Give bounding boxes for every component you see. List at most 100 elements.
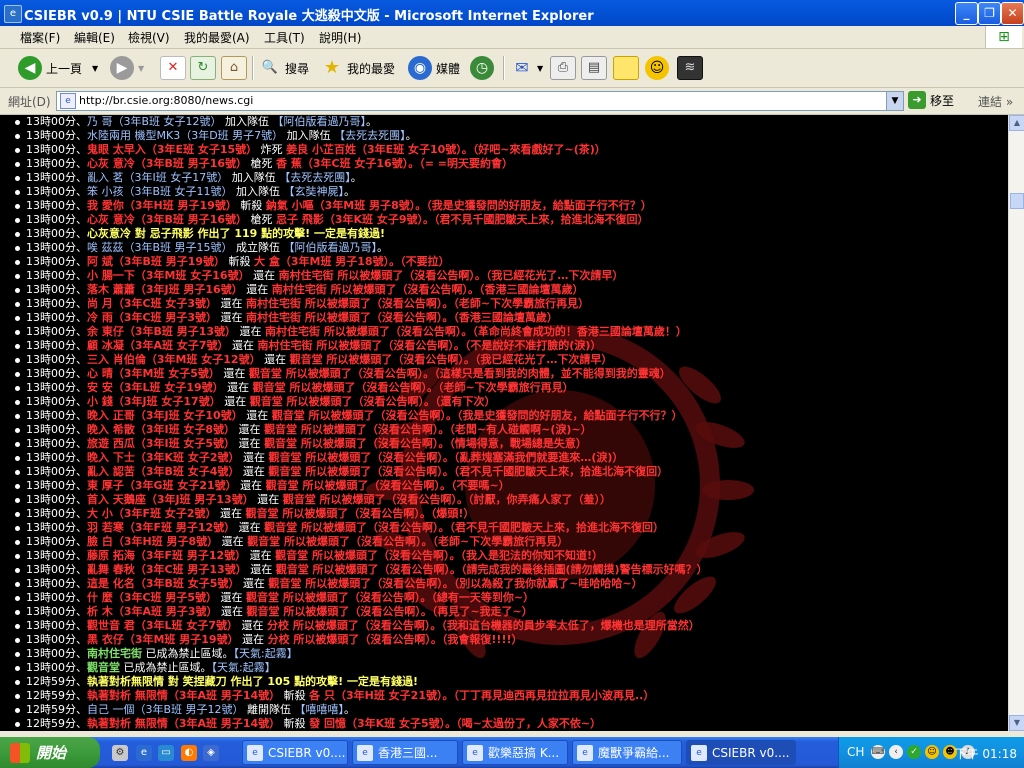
smiley-tray-icon[interactable]: ☺ — [925, 745, 939, 759]
news-segment: 13時00分、 — [26, 325, 87, 338]
news-item: 13時00分、尚 月（3年C班 女子3號） 還在 南村住宅街 所以被爆頭了（沒看… — [14, 297, 1008, 311]
links-button[interactable]: 連結 » — [978, 93, 1013, 110]
toolbar: ◀ 上一頁 ▼ ▶ ▼ ✕ ↻ ⌂ 🔍 搜尋 ★ 我的最愛 ◉ 媒體 ◷ ✉ ▼… — [0, 49, 1024, 88]
news-segment: 13時00分、 — [26, 395, 87, 408]
news-segment: 斬殺 — [280, 689, 310, 702]
news-item: 13時00分、亂舞 春秋（3年C班 男子13號） 還在 觀音堂 所以被爆頭了（沒… — [14, 563, 1008, 577]
links-label: 連結 — [978, 95, 1003, 109]
taskbar-item[interactable]: e 歡樂惡搞 K... — [462, 740, 568, 765]
history-button[interactable]: ◷ — [470, 54, 498, 82]
news-item: 13時00分、觀音堂 已成為禁止區域。【天氣:起霧】 — [14, 661, 1008, 675]
search-label: 搜尋 — [285, 61, 310, 76]
home-button[interactable]: ⌂ — [221, 54, 250, 82]
news-segment: 13時00分、 — [26, 297, 87, 310]
back-button[interactable]: ◀ 上一頁 ▼ — [18, 54, 98, 82]
menu-edit[interactable]: 編輯(E) — [74, 29, 115, 46]
start-button[interactable]: 開始 — [0, 737, 100, 768]
news-segment: 南村住宅街 — [246, 311, 302, 324]
taskbar-item[interactable]: e 魔獸爭霸給... — [572, 740, 682, 765]
scroll-up-icon[interactable]: ▲ — [1009, 115, 1024, 131]
news-segment: 還在 — [246, 549, 276, 562]
news-segment: 觀音堂 — [268, 465, 302, 478]
winamp-icon: ≋ — [677, 56, 703, 80]
tray-app-icon[interactable]: ✓ — [907, 745, 921, 759]
window-titlebar[interactable]: e CSIEBR v0.9 | NTU CSIE Battle Royale 大… — [0, 0, 1024, 26]
edit-button[interactable]: ▤ — [581, 54, 610, 82]
address-dropdown-icon[interactable]: ▼ — [886, 92, 903, 110]
taskbar-item-active[interactable]: e CSIEBR v0.... — [686, 740, 796, 765]
news-segment: 槍死 — [247, 213, 277, 226]
news-segment: 還在 — [217, 297, 247, 310]
address-url[interactable]: http://br.csie.org:8080/news.cgi — [79, 94, 253, 107]
menu-favorites[interactable]: 我的最愛(A) — [184, 29, 250, 46]
refresh-button[interactable]: ↻ — [190, 54, 219, 82]
quicklaunch-settings-icon[interactable]: ⚙ — [112, 745, 128, 761]
go-button[interactable]: ➜ 移至 — [908, 91, 954, 109]
favorites-button[interactable]: ★ 我的最愛 — [320, 54, 395, 82]
news-segment: 還在 — [260, 353, 290, 366]
menu-view[interactable]: 檢視(V) — [128, 29, 170, 46]
keyboard-icon[interactable]: ⌨ — [871, 745, 885, 759]
taskbar-item[interactable]: e CSIEBR v0.... — [242, 740, 348, 765]
tray-arrow-icon[interactable]: ‹ — [889, 745, 903, 759]
quicklaunch-desktop-icon[interactable]: ▭ — [158, 745, 174, 761]
news-segment: 所以被爆頭了（沒看公告啊）。（我會報復!!!!） — [289, 633, 523, 646]
address-input[interactable]: e http://br.csie.org:8080/news.cgi ▼ — [56, 91, 904, 111]
search-button[interactable]: 🔍 搜尋 — [258, 54, 309, 82]
news-item: 13時00分、乃 哥（3年B班 女子12號） 加入隊伍 【阿伯版看過乃哥】。 — [14, 115, 1008, 129]
winamp-button[interactable]: ≋ — [677, 54, 706, 82]
news-item: 13時00分、安 安（3年L班 女子19號） 還在 觀音堂 所以被爆頭了（沒看公… — [14, 381, 1008, 395]
restore-button[interactable]: ❐ — [978, 2, 1001, 25]
discuss-button[interactable] — [613, 54, 642, 82]
language-indicator[interactable]: CH — [847, 745, 864, 759]
media-button[interactable]: ◉ 媒體 — [408, 54, 460, 82]
mail-icon: ✉ — [515, 58, 529, 77]
news-segment: 南村住宅街 — [87, 647, 142, 660]
news-segment: 觀音堂 — [264, 521, 298, 534]
forward-button[interactable]: ▶ ▼ — [110, 54, 144, 82]
news-segment: 南村住宅街 — [271, 283, 327, 296]
news-segment: 13時00分、 — [26, 647, 87, 660]
forward-dropdown-icon[interactable]: ▼ — [138, 64, 144, 73]
print-button[interactable]: ⎙ — [550, 54, 579, 82]
quicklaunch-firefox-icon[interactable]: ◐ — [181, 745, 197, 761]
minimize-button[interactable]: _ — [955, 2, 978, 25]
news-segment: 還在 — [216, 507, 246, 520]
news-segment: 13時00分、 — [26, 563, 87, 576]
mail-dropdown-icon[interactable]: ▼ — [537, 64, 543, 73]
close-button[interactable]: ✕ — [1001, 2, 1024, 25]
news-segment: 所以被爆頭了（沒看公告啊）。（討厭，你弄痛人家了（羞）） — [315, 493, 612, 506]
news-item: 13時00分、大 小（3年F班 女子2號） 還在 觀音堂 所以被爆頭了（沒看公告… — [14, 507, 1008, 521]
news-segment: 12時59分、 — [26, 689, 87, 702]
menu-file[interactable]: 檔案(F) — [20, 29, 60, 46]
news-segment: 晚入 希散（3年I班 女子8號） — [87, 423, 236, 436]
back-dropdown-icon[interactable]: ▼ — [92, 64, 98, 73]
favorites-label: 我的最愛 — [347, 61, 396, 76]
vertical-scrollbar[interactable]: ▲ ▼ — [1008, 115, 1024, 731]
news-segment: 還在 — [235, 521, 265, 534]
menu-help[interactable]: 說明(H) — [319, 29, 361, 46]
scroll-down-icon[interactable]: ▼ — [1009, 715, 1024, 731]
news-segment: 觀音堂 — [87, 661, 120, 674]
news-segment: 。（= =明天要約會） — [408, 157, 513, 170]
address-label: 網址(D) — [8, 95, 51, 109]
news-segment: 105 — [267, 675, 291, 688]
taskbar-item[interactable]: e 香港三國... — [352, 740, 458, 765]
news-segment: 還在 — [217, 605, 247, 618]
media-icon: ◉ — [408, 56, 432, 80]
mail-button[interactable]: ✉ ▼ — [510, 54, 543, 82]
scroll-thumb[interactable] — [1010, 193, 1024, 209]
news-segment: 所以被爆頭了（沒看公告啊）。（我已經花光了…下次請早） — [333, 269, 624, 282]
messenger-button[interactable]: ☺ — [645, 54, 673, 82]
quicklaunch-ie-icon[interactable]: e — [136, 745, 152, 761]
news-segment: 【阿伯版看過乃哥】 — [283, 241, 378, 254]
news-segment: 成立隊伍 — [232, 241, 284, 254]
news-segment: 13時00分、 — [26, 605, 87, 618]
stop-button[interactable]: ✕ — [160, 54, 189, 82]
news-segment: 所以被爆頭了（沒看公告啊）。（不要嗎~） — [298, 479, 510, 492]
menu-tools[interactable]: 工具(T) — [264, 29, 305, 46]
news-segment: 水陸兩用 機型MK3（3年D班 男子7號） — [87, 129, 284, 142]
news-item: 13時00分、落木 蕭蕭（3年J班 男子16號） 還在 南村住宅街 所以被爆頭了… — [14, 283, 1008, 297]
quicklaunch-app-icon[interactable]: ◈ — [203, 745, 219, 761]
news-segment: 還在 — [239, 465, 269, 478]
